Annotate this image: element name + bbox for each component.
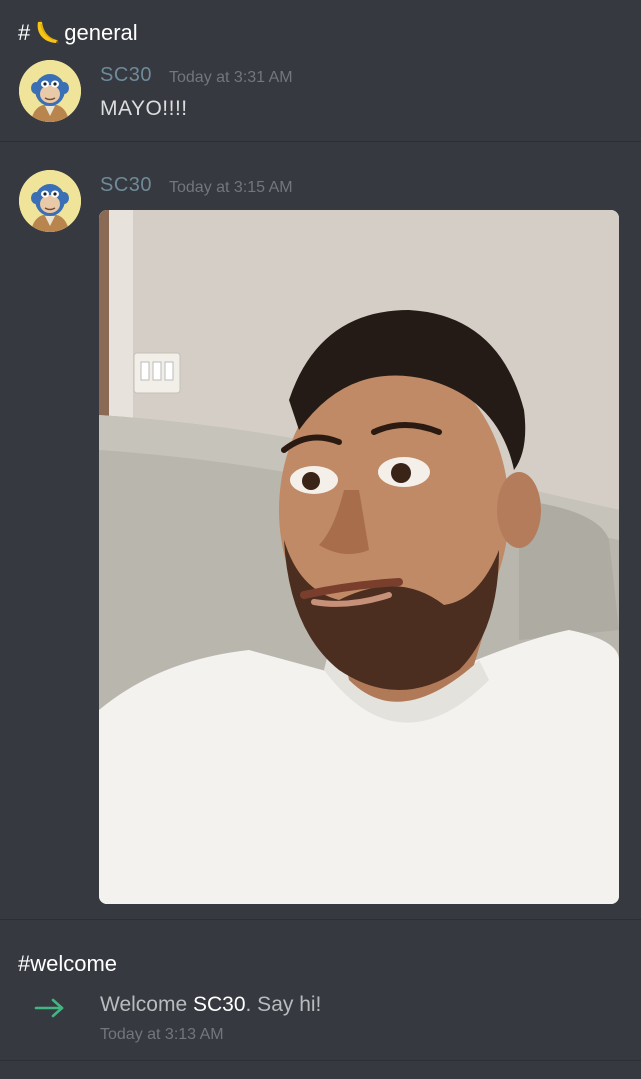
- message-author[interactable]: SC30: [100, 64, 152, 87]
- banana-icon: [32, 18, 62, 48]
- welcome-user[interactable]: SC30: [193, 993, 246, 1016]
- welcome-timestamp: Today at 3:13 AM: [100, 1026, 224, 1043]
- divider: [0, 1060, 641, 1061]
- welcome-suffix: . Say hi!: [245, 993, 322, 1016]
- channel-name: general: [64, 20, 138, 45]
- welcome-prefix: Welcome: [100, 993, 193, 1016]
- message-timestamp: Today at 3:31 AM: [169, 69, 293, 86]
- channel-title[interactable]: # general: [18, 16, 138, 50]
- welcome-channel-title[interactable]: #welcome: [18, 951, 117, 977]
- join-arrow-icon: [34, 994, 66, 1022]
- message-author[interactable]: SC30: [100, 174, 152, 197]
- avatar[interactable]: [19, 170, 81, 232]
- message-timestamp: Today at 3:15 AM: [169, 179, 293, 196]
- selfie-photo[interactable]: [99, 210, 619, 904]
- divider: [0, 141, 641, 142]
- welcome-message: Welcome SC30. Say hi!: [100, 993, 321, 1017]
- divider: [0, 919, 641, 920]
- message-text: MAYO!!!!: [100, 97, 188, 120]
- channel-hash: #: [18, 20, 31, 45]
- avatar[interactable]: [19, 60, 81, 122]
